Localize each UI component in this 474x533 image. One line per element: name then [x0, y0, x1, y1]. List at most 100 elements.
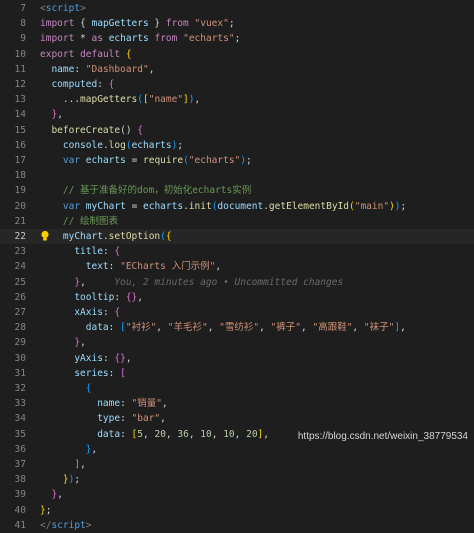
line-number: 21 [14, 215, 26, 227]
code-line[interactable]: 34 type: "bar", [0, 411, 474, 426]
line-number: 36 [14, 443, 26, 455]
code-token: "袜子" [363, 322, 395, 334]
code-token: "vuex" [194, 18, 229, 30]
code-line[interactable]: 27 xAxis: { [0, 305, 474, 320]
code-text: tooltip: {}, [40, 290, 143, 305]
code-line[interactable]: 21 // 绘制图表 [0, 214, 474, 229]
line-number: 8 [20, 18, 26, 30]
code-token: "Dashboard" [85, 63, 149, 75]
code-line[interactable]: 20 var myChart = echarts.init(document.g… [0, 199, 474, 214]
line-number: 19 [14, 185, 26, 197]
code-line[interactable]: 7 <script> [0, 1, 474, 16]
code-token: data [85, 322, 109, 334]
line-number: 38 [14, 474, 26, 486]
code-line[interactable]: 17 var echarts = require("echarts"); [0, 153, 474, 168]
code-token: "main" [354, 200, 390, 212]
code-token: : [108, 367, 121, 379]
code-line[interactable]: 15 beforeCreate() { [0, 123, 474, 138]
code-token: { [125, 48, 132, 60]
line-number: 40 [14, 504, 26, 516]
code-line[interactable]: 18 [0, 168, 474, 183]
line-number: 26 [14, 291, 26, 303]
code-token: , [215, 261, 222, 273]
code-token: import [40, 33, 75, 45]
code-token: : [108, 322, 121, 334]
code-token: "销量" [131, 398, 162, 410]
code-token: * [74, 33, 92, 45]
code-line[interactable]: 24 text: "ECharts 入门示例", [0, 259, 474, 274]
code-token: , [263, 428, 270, 440]
code-token: mapGetters [80, 94, 138, 106]
code-token: // 基于准备好的dom，初始化echarts实例 [40, 185, 252, 197]
code-token: , [160, 413, 166, 425]
code-line[interactable]: 9 import * as echarts from "echarts"; [0, 31, 474, 46]
code-token: "ECharts 入门示例" [120, 261, 216, 273]
code-token: echarts [143, 200, 184, 212]
code-text: console.log(echarts); [40, 138, 183, 153]
code-text: yAxis: {}, [40, 351, 131, 366]
code-text: <script> [40, 1, 86, 16]
code-token: , [234, 428, 247, 440]
code-token: name [40, 63, 75, 75]
code-line[interactable]: 11 name: "Dashboard", [0, 62, 474, 77]
line-number: 13 [14, 94, 26, 106]
code-line[interactable]: 33 name: "销量", [0, 396, 474, 411]
code-line[interactable]: 40}; [0, 503, 474, 518]
code-token: "echarts" [183, 33, 235, 45]
code-token: 20 [154, 428, 166, 440]
code-line[interactable]: 28 data: ["衬衫", "羊毛衫", "雪纺衫", "裤子", "高跟鞋… [0, 320, 474, 335]
code-text: { [40, 381, 92, 396]
code-text: // 绘制图表 [40, 214, 118, 229]
lightbulb-icon[interactable] [40, 230, 50, 242]
code-token: console [62, 139, 103, 151]
code-line[interactable]: 12 computed: { [0, 77, 474, 92]
code-line[interactable]: 25 }, You, 2 minutes ago • Uncommitted c… [0, 275, 474, 290]
code-line[interactable]: 39 }, [0, 487, 474, 502]
code-line[interactable]: 31 series: [ [0, 366, 474, 381]
code-line[interactable]: 10 export default { [0, 47, 474, 62]
code-line[interactable]: 29 }, [0, 335, 474, 350]
line-number: 11 [14, 63, 26, 75]
code-token: "echarts" [188, 155, 241, 166]
code-line[interactable]: 23 title: { [0, 244, 474, 259]
code-token: series [74, 367, 109, 379]
code-token: 36 [177, 428, 189, 440]
line-number: 27 [14, 307, 26, 318]
code-token: : [74, 63, 86, 75]
code-editor[interactable]: 7 <script> 8 import { mapGetters } from "vu… [0, 0, 474, 531]
code-token: ; [45, 504, 52, 516]
code-line[interactable]: 8 import { mapGetters } from "vuex"; [0, 16, 474, 31]
code-token: name [97, 398, 121, 410]
code-line[interactable]: 26 tooltip: {}, [0, 290, 474, 305]
line-number: 30 [14, 352, 26, 364]
code-line[interactable]: 36 }, [0, 442, 474, 457]
code-token: 10 [223, 428, 235, 440]
code-line[interactable]: 41 </script> [0, 518, 474, 533]
line-number: 22 [14, 231, 26, 242]
code-line[interactable]: 16 console.log(echarts); [0, 138, 474, 153]
code-line[interactable]: 38 }); [0, 472, 474, 487]
code-token: "name" [148, 94, 184, 106]
code-text: }, [40, 487, 62, 502]
code-line[interactable]: 22 myChart.setOption({ [0, 229, 474, 244]
code-line[interactable]: 19 // 基于准备好的dom，初始化echarts实例 [0, 183, 474, 198]
code-token: [ [120, 367, 126, 379]
code-token: { [114, 246, 121, 258]
code-line[interactable]: 30 yAxis: {}, [0, 351, 474, 366]
code-text: name: "销量", [40, 396, 168, 411]
code-token: : [120, 413, 132, 425]
code-line[interactable]: 14 }, [0, 107, 474, 122]
code-text: ], [40, 457, 85, 472]
code-text: title: { [40, 244, 120, 259]
code-token: { [74, 18, 92, 30]
code-line[interactable]: 37 ], [0, 457, 474, 472]
code-text: myChart.setOption({ [40, 229, 172, 244]
code-line[interactable]: 13 ...mapGetters(["name"]), [0, 92, 474, 107]
code-token: text [85, 261, 109, 273]
code-line[interactable]: 32 { [0, 381, 474, 396]
